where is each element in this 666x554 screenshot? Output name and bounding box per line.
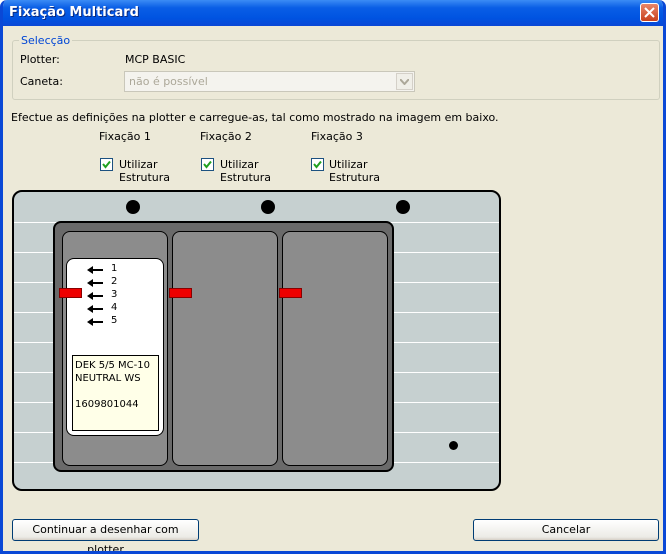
card-position-row: 4	[87, 302, 117, 316]
fixation-1-option-line1: Utilizar	[119, 158, 158, 171]
card-label-line2: NEUTRAL WS	[75, 373, 141, 384]
position-marker-3	[279, 288, 302, 298]
card-position-number: 5	[111, 315, 118, 326]
arrow-left-icon	[87, 266, 103, 274]
arrow-left-icon	[87, 279, 103, 287]
card-position-number: 4	[111, 302, 118, 313]
card-label: DEK 5/5 MC-10 NEUTRAL WS 1609801044	[72, 355, 159, 431]
fixation-3-title: Fixação 3	[311, 130, 363, 143]
small-hole	[449, 441, 458, 450]
fixation-slot-2	[172, 231, 278, 466]
card-position-row: 2	[87, 276, 117, 290]
multicard: 1 2 3 4 5 DEK 5/5 MC-10 NEUTRAL WS 16098…	[66, 258, 164, 436]
cancel-button[interactable]: Cancelar	[473, 519, 659, 541]
plotter-label: Plotter:	[20, 53, 60, 66]
pen-label: Caneta:	[20, 75, 63, 88]
pen-select-value: não é possível	[129, 75, 208, 88]
arrow-left-icon	[87, 292, 103, 300]
card-label-line3: 1609801044	[75, 399, 139, 410]
dialog-window: Fixação Multicard Selecção Plotter: MCP …	[0, 0, 666, 554]
plotter-value: MCP BASIC	[125, 53, 186, 66]
card-label-line1: DEK 5/5 MC-10	[75, 360, 150, 371]
card-position-number: 3	[111, 289, 118, 300]
fixation-1-checkbox[interactable]	[100, 158, 113, 171]
fixation-1-option-label: Utilizar Estrutura	[119, 158, 170, 184]
fixation-2-option-line1: Utilizar	[220, 158, 259, 171]
card-position-number: 1	[111, 263, 118, 274]
fixation-slot-3	[282, 231, 388, 466]
fixation-2-option-label: Utilizar Estrutura	[220, 158, 271, 184]
window-title: Fixação Multicard	[9, 5, 139, 20]
fixation-1-option-line2: Estrutura	[119, 171, 171, 184]
fixation-3-option-line1: Utilizar	[329, 158, 368, 171]
pen-select[interactable]: não é possível	[124, 71, 415, 92]
instructions-text: Efectue as definições na plotter e carre…	[11, 111, 499, 124]
close-button[interactable]	[640, 3, 659, 22]
fixation-2-title: Fixação 2	[200, 130, 252, 143]
card-position-row: 3	[87, 289, 117, 303]
close-icon	[644, 7, 655, 18]
position-marker-2	[169, 288, 192, 298]
title-bar[interactable]: Fixação Multicard	[3, 0, 663, 26]
fixation-1-title: Fixação 1	[99, 130, 151, 143]
fixation-3-option-label: Utilizar Estrutura	[329, 158, 380, 184]
fixation-3-checkbox[interactable]	[311, 158, 324, 171]
checkmark-icon	[203, 160, 212, 169]
checkmark-icon	[313, 160, 322, 169]
selection-legend: Selecção	[19, 34, 73, 47]
chevron-down-icon	[400, 79, 409, 85]
plotter-diagram: 1 2 3 4 5 DEK 5/5 MC-10 NEUTRAL WS 16098…	[12, 190, 501, 491]
fixation-3-option-line2: Estrutura	[329, 171, 381, 184]
fixation-2-option-line2: Estrutura	[220, 171, 272, 184]
pen-select-dropdown-button[interactable]	[396, 73, 413, 90]
fixation-2-checkbox[interactable]	[201, 158, 214, 171]
position-marker-1	[59, 288, 82, 298]
checkmark-icon	[102, 160, 111, 169]
mounting-hole	[126, 200, 140, 214]
arrow-left-icon	[87, 305, 103, 313]
card-label-spacer	[75, 385, 156, 398]
continue-plotting-button[interactable]: Continuar a desenhar com plotter	[12, 519, 199, 551]
card-position-number: 2	[111, 276, 118, 287]
arrow-left-icon	[87, 318, 103, 326]
card-position-row: 5	[87, 315, 117, 329]
mounting-hole	[261, 200, 275, 214]
card-position-row: 1	[87, 263, 117, 277]
mounting-hole	[396, 200, 410, 214]
